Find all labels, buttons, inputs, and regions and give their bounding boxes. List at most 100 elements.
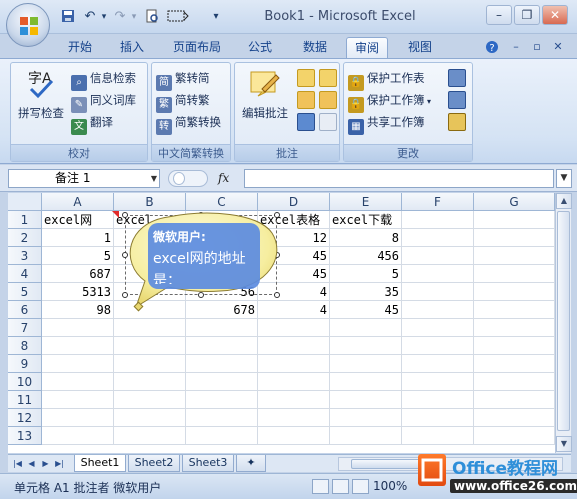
undo-dropdown-icon[interactable]: ▾ (96, 9, 112, 25)
cell-f8[interactable] (402, 337, 474, 355)
cell-a9[interactable] (42, 355, 114, 373)
zoom-level[interactable]: 100% (373, 479, 407, 493)
next-comment-icon[interactable] (319, 69, 337, 87)
to-traditional-button[interactable]: 繁简转繁 (156, 90, 210, 113)
first-sheet-icon[interactable]: |◀ (12, 457, 23, 470)
cell-g6[interactable] (474, 301, 555, 319)
cell-d11[interactable] (258, 391, 330, 409)
help-icon[interactable]: ? (485, 40, 499, 54)
close-button[interactable]: ✕ (542, 5, 568, 25)
comment-handle-tm[interactable] (198, 212, 204, 218)
ribbon-restore-icon[interactable]: ▫ (530, 40, 544, 54)
comment-handle-br[interactable] (274, 292, 280, 298)
scroll-down-icon[interactable]: ▼ (556, 436, 572, 452)
cell-g10[interactable] (474, 373, 555, 391)
row-header-1[interactable]: 1 (8, 211, 42, 229)
column-header-d[interactable]: D (258, 193, 330, 211)
redo-dropdown-icon[interactable]: ▾ (126, 9, 142, 25)
insert-function-icon[interactable]: fx (218, 171, 238, 187)
cell-a4[interactable]: 687 (42, 265, 114, 283)
tab-data[interactable]: 数据 (295, 37, 335, 58)
column-header-e[interactable]: E (330, 193, 402, 211)
cell-g11[interactable] (474, 391, 555, 409)
cell-f4[interactable] (402, 265, 474, 283)
cell-e1[interactable]: excel下载 (330, 211, 402, 229)
select-all-corner[interactable] (8, 193, 42, 211)
track-changes-icon[interactable] (448, 113, 466, 131)
name-box[interactable]: 备注 1 (8, 169, 160, 188)
vertical-scroll-thumb[interactable] (557, 211, 570, 431)
worksheet-grid[interactable]: A B C D E F G 1 2 3 4 5 6 7 8 9 10 11 12… (8, 193, 555, 453)
cell-a10[interactable] (42, 373, 114, 391)
row-header-9[interactable]: 9 (8, 355, 42, 373)
cell-d12[interactable] (258, 409, 330, 427)
row-header-6[interactable]: 6 (8, 301, 42, 319)
cell-e13[interactable] (330, 427, 402, 445)
cell-c12[interactable] (186, 409, 258, 427)
cell-f1[interactable] (402, 211, 474, 229)
save-icon[interactable] (60, 9, 76, 25)
cell-a5[interactable]: 5313 (42, 283, 114, 301)
protect-sheet-button[interactable]: 🔒 保护工作表 (348, 68, 425, 91)
cell-b7[interactable] (114, 319, 186, 337)
cell-b11[interactable] (114, 391, 186, 409)
cell-e10[interactable] (330, 373, 402, 391)
to-simplified-button[interactable]: 简繁转简 (156, 68, 210, 91)
tab-review[interactable]: 审阅 (346, 37, 388, 58)
page-break-view-icon[interactable] (352, 479, 369, 494)
cell-c6[interactable]: 678 (186, 301, 258, 319)
cell-g1[interactable] (474, 211, 555, 229)
ribbon-minimize-icon[interactable]: – (509, 40, 523, 54)
cell-e7[interactable] (330, 319, 402, 337)
protect-workbook-button[interactable]: 🔒 保护工作簿 ▾ (348, 90, 431, 113)
cell-c13[interactable] (186, 427, 258, 445)
prev-sheet-icon[interactable]: ◀ (26, 457, 37, 470)
cell-f13[interactable] (402, 427, 474, 445)
cell-a3[interactable]: 5 (42, 247, 114, 265)
cell-f10[interactable] (402, 373, 474, 391)
thesaurus-button[interactable]: ✎ 同义词库 (71, 90, 136, 113)
cell-b12[interactable] (114, 409, 186, 427)
ribbon-close-icon[interactable]: ✕ (551, 40, 565, 54)
cell-g3[interactable] (474, 247, 555, 265)
cell-c7[interactable] (186, 319, 258, 337)
column-header-a[interactable]: A (42, 193, 114, 211)
column-header-b[interactable]: B (114, 193, 186, 211)
print-preview-icon[interactable] (144, 9, 160, 25)
cell-e4[interactable]: 5 (330, 265, 402, 283)
cell-g9[interactable] (474, 355, 555, 373)
cell-e6[interactable]: 45 (330, 301, 402, 319)
cell-a1[interactable]: excel网 (42, 211, 114, 229)
cell-e12[interactable] (330, 409, 402, 427)
tab-insert[interactable]: 插入 (112, 37, 152, 58)
cell-d10[interactable] (258, 373, 330, 391)
translate-button[interactable]: 文翻译 (71, 112, 113, 135)
comment-handle-bm[interactable] (198, 292, 204, 298)
cell-b13[interactable] (114, 427, 186, 445)
cell-a11[interactable] (42, 391, 114, 409)
cell-f11[interactable] (402, 391, 474, 409)
tab-home[interactable]: 开始 (60, 37, 100, 58)
next-sheet-icon[interactable]: ▶ (40, 457, 51, 470)
restore-button[interactable]: ❐ (514, 5, 540, 25)
comment-handle-ml[interactable] (122, 252, 128, 258)
sheet-tab-2[interactable]: Sheet2 (128, 455, 180, 472)
row-header-13[interactable]: 13 (8, 427, 42, 445)
edit-comment-button[interactable]: 编辑批注 (237, 67, 293, 121)
tab-formulas[interactable]: 公式 (240, 37, 280, 58)
cell-f6[interactable] (402, 301, 474, 319)
comment-text[interactable]: excel网的地址是： (153, 248, 253, 284)
spell-check-button[interactable]: 字A 拼写检查 (13, 67, 69, 121)
row-header-3[interactable]: 3 (8, 247, 42, 265)
cell-a6[interactable]: 98 (42, 301, 114, 319)
cell-c9[interactable] (186, 355, 258, 373)
cell-g5[interactable] (474, 283, 555, 301)
cell-f12[interactable] (402, 409, 474, 427)
cell-e8[interactable] (330, 337, 402, 355)
sheet-tab-1[interactable]: Sheet1 (74, 455, 126, 472)
column-header-c[interactable]: C (186, 193, 258, 211)
row-header-12[interactable]: 12 (8, 409, 42, 427)
cell-b9[interactable] (114, 355, 186, 373)
expand-formula-bar-icon[interactable]: ▼ (556, 169, 572, 188)
cell-f7[interactable] (402, 319, 474, 337)
